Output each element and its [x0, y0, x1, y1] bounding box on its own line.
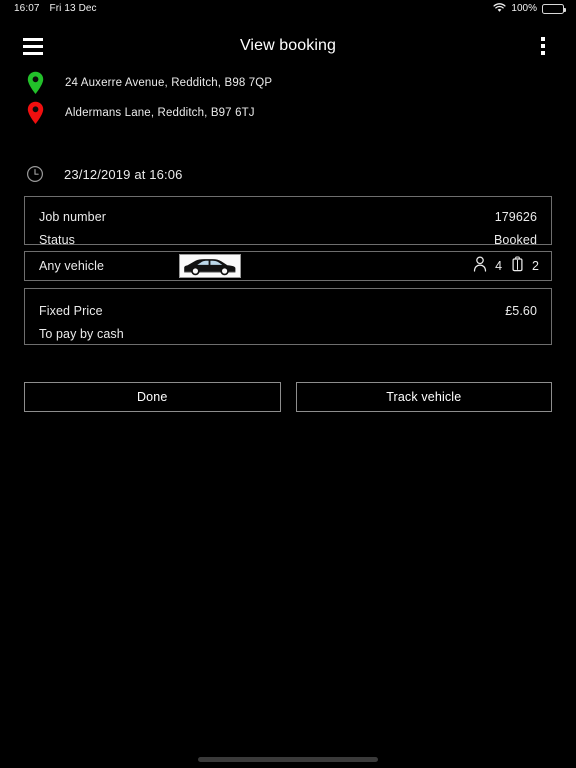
payment-method-label: To pay by cash [39, 326, 124, 341]
status-bar-right: 100% [493, 0, 566, 18]
price-card: Fixed Price £5.60 To pay by cash [24, 288, 552, 345]
battery-percent-label: 100% [511, 3, 537, 14]
action-button-row: Done Track vehicle [24, 382, 552, 412]
clock-icon [24, 165, 46, 183]
payment-method-row: To pay by cash [39, 322, 537, 345]
booking-datetime-text: 23/12/2019 at 16:06 [64, 166, 183, 182]
battery-full-icon [542, 4, 566, 14]
luggage-capacity: 2 [511, 255, 539, 277]
vehicle-type-label: Any vehicle [39, 259, 105, 273]
passenger-count: 4 [495, 259, 503, 273]
pickup-address-text: 24 Auxerre Avenue, Redditch, B98 7QP [65, 77, 273, 89]
track-vehicle-button[interactable]: Track vehicle [295, 382, 552, 412]
dropoff-address-row: Aldermans Lane, Redditch, B97 6TJ [0, 98, 576, 128]
address-list: 24 Auxerre Avenue, Redditch, B98 7QP Ald… [0, 68, 576, 128]
done-button[interactable]: Done [24, 382, 281, 412]
pickup-address-row: 24 Auxerre Avenue, Redditch, B98 7QP [0, 68, 576, 98]
status-bar: 16:07 Fri 13 Dec 100% [0, 0, 576, 18]
app-bar: View booking [0, 22, 576, 70]
status-bar-left: 16:07 Fri 13 Dec [14, 4, 97, 14]
job-details-card: Job number 179626 Status Booked [24, 196, 552, 247]
vehicle-card[interactable]: Any vehicle 4 2 [24, 251, 552, 281]
fixed-price-value: £5.60 [505, 303, 537, 318]
overflow-menu-icon[interactable] [528, 31, 558, 61]
fixed-price-label: Fixed Price [39, 303, 103, 318]
status-row: Status Booked [39, 228, 537, 251]
status-badge: Booked [494, 232, 537, 247]
status-time: 16:07 [14, 3, 40, 14]
wifi-icon [493, 0, 506, 18]
app-screen: 16:07 Fri 13 Dec 100% View booking 24 Au… [0, 0, 576, 768]
booking-datetime-row: 23/12/2019 at 16:06 [24, 165, 183, 183]
person-icon [473, 255, 487, 277]
job-number-value: 179626 [494, 209, 537, 224]
map-pin-pickup-icon [24, 71, 46, 95]
luggage-icon [511, 255, 524, 277]
page-title: View booking [239, 37, 337, 54]
passenger-capacity: 4 [473, 255, 503, 277]
home-indicator[interactable] [198, 757, 378, 762]
job-number-label: Job number [39, 209, 107, 224]
vehicle-capacity-group: 4 2 [473, 252, 539, 280]
status-label: Status [39, 232, 76, 247]
dropoff-address-text: Aldermans Lane, Redditch, B97 6TJ [65, 107, 255, 119]
fixed-price-row: Fixed Price £5.60 [39, 299, 537, 322]
job-number-row: Job number 179626 [39, 205, 537, 228]
luggage-count: 2 [532, 259, 539, 273]
vehicle-card-content: Any vehicle 4 2 [25, 252, 551, 280]
map-pin-dropoff-icon [24, 101, 46, 125]
sedan-car-image [179, 254, 241, 278]
status-date: Fri 13 Dec [49, 3, 97, 14]
hamburger-menu-icon[interactable] [18, 31, 48, 61]
